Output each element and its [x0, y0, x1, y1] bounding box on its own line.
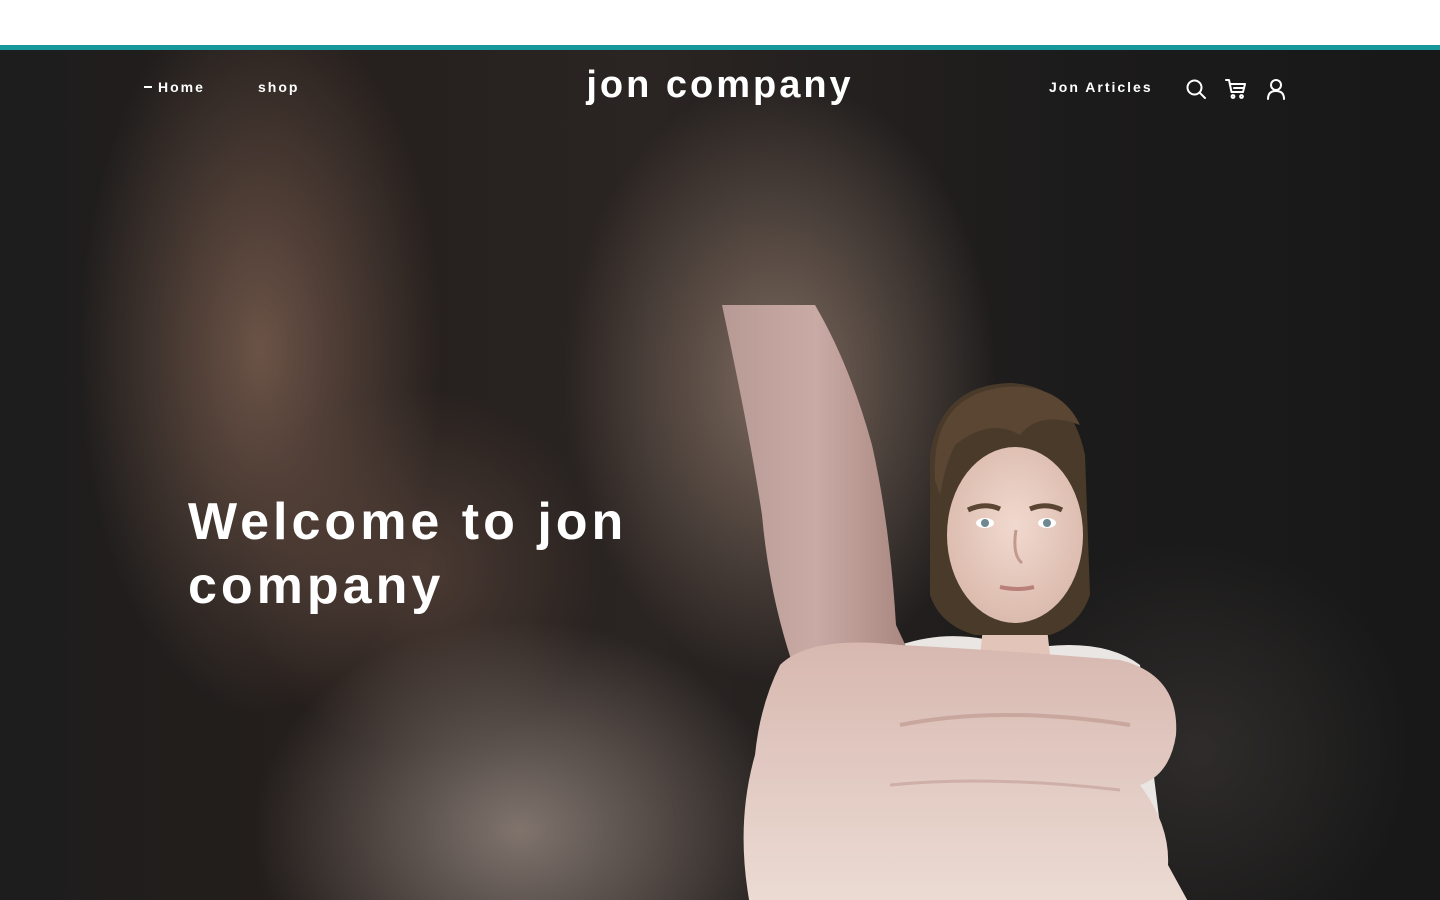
hero-title: Welcome to jon company — [188, 493, 628, 615]
hero-image — [722, 305, 1188, 900]
account-icon[interactable] — [1264, 77, 1288, 101]
hero-section: Welcome to jon company — [0, 50, 1440, 900]
thumb-shape — [722, 305, 910, 685]
site-title[interactable]: jon company — [520, 64, 920, 107]
cart-icon[interactable] — [1224, 77, 1248, 101]
active-indicator — [144, 85, 152, 88]
nav-articles-link[interactable]: Jon Articles — [1049, 79, 1153, 95]
fist-shape — [743, 642, 1188, 900]
nav-home-link[interactable]: Home — [144, 79, 205, 95]
nav-home-label: Home — [158, 79, 205, 95]
search-icon[interactable] — [1184, 77, 1208, 101]
main-nav: Home shop jon company Jon Articles — [0, 50, 1440, 126]
nav-shop-link[interactable]: shop — [258, 79, 299, 95]
top-white-strip — [0, 0, 1440, 45]
